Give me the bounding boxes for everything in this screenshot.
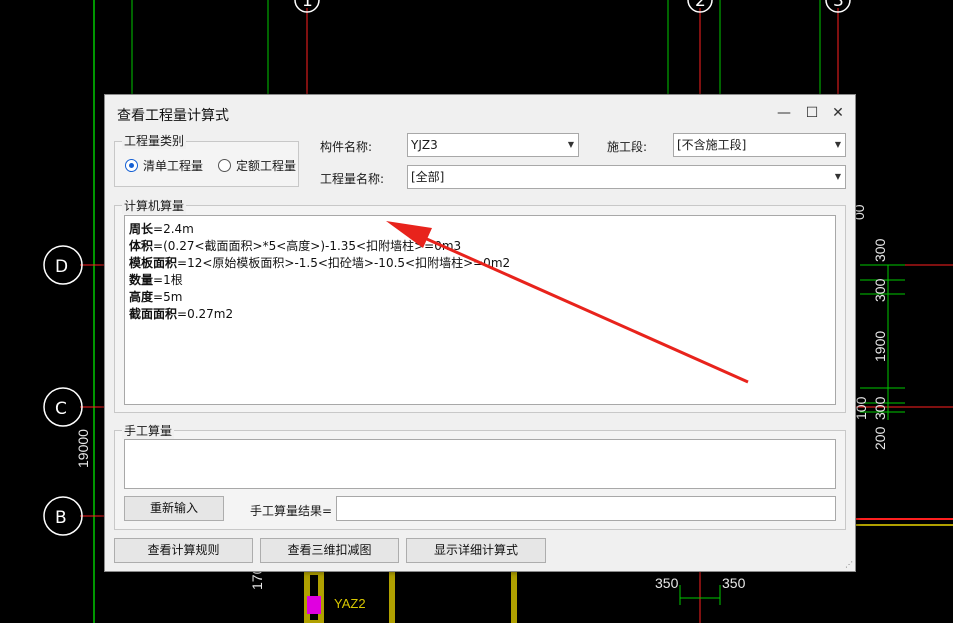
annotation-arrow-icon [386,221,749,384]
